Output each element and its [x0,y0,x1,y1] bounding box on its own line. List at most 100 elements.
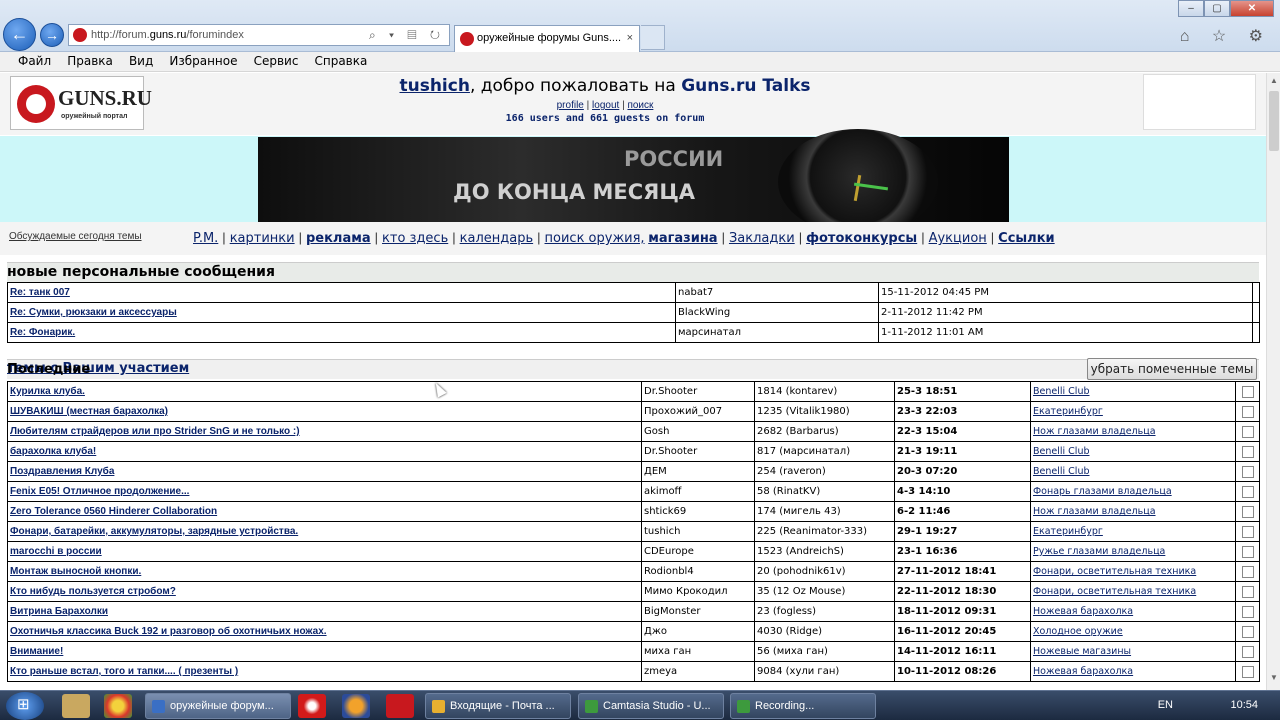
topic-title-link[interactable]: Кто нибудь пользуется стробом? [10,586,176,597]
today-topics-link[interactable]: Обсуждаемые сегодня темы [9,231,142,242]
topic-forum-link[interactable]: Нож глазами владельца [1033,426,1156,437]
pm-title-link[interactable]: Re: Сумки, рюкзаки и аксессуары [10,307,177,318]
topic-checkbox[interactable] [1241,625,1254,638]
topic-forum-link[interactable]: Benelli Club [1033,446,1090,457]
taskbar-task-ie[interactable]: оружейные форум... [145,693,291,719]
topic-forum-link[interactable]: Фонарь глазами владельца [1033,486,1172,497]
page-scrollbar[interactable]: ▲ ▼ [1266,73,1280,690]
address-url[interactable]: http://forum.guns.ru/forumindex [91,25,244,45]
home-favorites-tools-icon[interactable]: ⌂ ☆ ⚙ [1180,26,1272,46]
scroll-thumb[interactable] [1269,91,1279,151]
taskbar-task-recording[interactable]: Recording... [730,693,876,719]
close-window-button[interactable]: ✕ [1230,0,1274,17]
topic-title-link[interactable]: Внимание! [10,646,63,657]
topic-title-link[interactable]: ШУВАКИШ (местная барахолка) [10,406,168,417]
new-tab-button[interactable] [641,25,665,50]
search-link[interactable]: поиск [627,100,653,111]
chrome-icon[interactable] [104,694,132,718]
site-logo[interactable]: GUNS.RU оружейный портал [10,76,152,130]
ad-banner[interactable]: РОССИИ ДО КОНЦА МЕСЯЦА [258,129,1009,235]
taskbar-clock[interactable]: 10:54 [1230,699,1258,711]
topic-title-link[interactable]: Фонари, батарейки, аккумуляторы, зарядны… [10,526,298,537]
tab-close-icon[interactable]: × [627,26,633,51]
menu-favorites[interactable]: Избранное [169,52,237,71]
topic-forum-link[interactable]: Фонари, осветительная техника [1033,566,1196,577]
taskbar-task-mail[interactable]: Входящие - Почта ... [425,693,571,719]
topic-forum-link[interactable]: Холодное оружие [1033,626,1123,637]
explorer-icon[interactable] [62,694,90,718]
topic-checkbox[interactable] [1241,485,1254,498]
topic-title-link[interactable]: Fenix E05! Отличное продолжение... [10,486,189,497]
topic-checkbox[interactable] [1241,565,1254,578]
topic-checkbox[interactable] [1241,585,1254,598]
menu-view[interactable]: Вид [129,52,153,71]
forward-button[interactable]: → [40,23,64,47]
app-icon[interactable] [386,694,414,718]
remove-marked-button[interactable]: убрать помеченные темы [1087,358,1257,380]
topic-checkbox[interactable] [1241,465,1254,478]
topic-checkbox[interactable] [1241,665,1254,678]
topic-title-link[interactable]: Витрина Барахолки [10,606,108,617]
topic-checkbox[interactable] [1241,405,1254,418]
topic-checkbox[interactable] [1241,545,1254,558]
menu-tools[interactable]: Сервис [254,52,299,71]
minimize-button[interactable]: – [1178,0,1204,17]
start-button[interactable]: ⊞ [6,692,44,720]
logout-link[interactable]: logout [592,100,619,111]
topic-forum-link[interactable]: Benelli Club [1033,386,1090,397]
nav-link[interactable]: реклама [306,231,371,246]
address-bar[interactable]: http://forum.guns.ru/forumindex ⌕ ▾ ▤ ↻ [68,24,450,46]
nav-link[interactable]: P.M. [193,231,218,246]
scroll-up-icon[interactable]: ▲ [1270,76,1278,85]
topic-title-link[interactable]: Поздравления Клуба [10,466,114,477]
nav-link[interactable]: картинки [230,231,295,246]
topic-checkbox[interactable] [1241,505,1254,518]
topic-forum-link[interactable]: Фонари, осветительная техника [1033,586,1196,597]
browser-tab[interactable]: оружейные форумы Guns.... × [454,25,640,52]
nav-link[interactable]: Аукцион [929,231,987,246]
back-button[interactable]: ← [3,18,36,51]
nav-link[interactable]: фотоконкурсы [806,231,917,246]
language-indicator[interactable]: EN [1158,699,1173,711]
maximize-button[interactable]: ▢ [1204,0,1230,17]
nav-link[interactable]: поиск оружия, [545,231,645,246]
topic-checkbox[interactable] [1241,605,1254,618]
topic-checkbox[interactable] [1241,645,1254,658]
topic-forum-link[interactable]: Ножевая барахолка [1033,606,1133,617]
pm-title-link[interactable]: Re: Фонарик. [10,327,75,338]
menu-help[interactable]: Справка [314,52,367,71]
nav-link[interactable]: Ссылки [998,231,1054,246]
topic-checkbox[interactable] [1241,525,1254,538]
topic-title-link[interactable]: Любителям страйдеров или про Strider SnG… [10,426,300,437]
scroll-down-icon[interactable]: ▼ [1270,673,1278,682]
topic-title-link[interactable]: Zero Tolerance 0560 Hinderer Collaborati… [10,506,217,517]
topic-forum-link[interactable]: Нож глазами владельца [1033,506,1156,517]
pm-title-link[interactable]: Re: танк 007 [10,287,70,298]
topic-forum-link[interactable]: Екатеринбург [1033,406,1103,417]
nav-link[interactable]: календарь [460,231,534,246]
username-link[interactable]: tushich [399,76,469,96]
firefox-icon[interactable] [342,694,370,718]
topic-title-link[interactable]: барахолка клуба! [10,446,96,457]
topic-forum-link[interactable]: Ножевая барахолка [1033,666,1133,677]
address-controls-icon[interactable]: ⌕ ▾ ▤ ↻ [369,25,445,45]
topic-title-link[interactable]: marocchi в россии [10,546,102,557]
menu-edit[interactable]: Правка [67,52,113,71]
topic-title-link[interactable]: Кто раньше встал, того и тапки.... ( пре… [10,666,238,677]
profile-link[interactable]: profile [557,100,584,111]
nav-link[interactable]: Закладки [729,231,795,246]
topic-forum-link[interactable]: Benelli Club [1033,466,1090,477]
nav-link[interactable]: магазина [648,231,717,246]
menu-file[interactable]: Файл [18,52,51,71]
topic-title-link[interactable]: Монтаж выносной кнопки. [10,566,141,577]
taskbar-task-camtasia[interactable]: Camtasia Studio - U... [578,693,724,719]
topic-forum-link[interactable]: Ружье глазами владельца [1033,546,1165,557]
topic-checkbox[interactable] [1241,425,1254,438]
topic-forum-link[interactable]: Екатеринбург [1033,526,1103,537]
nav-link[interactable]: кто здесь [382,231,448,246]
topic-title-link[interactable]: Охотничья классика Buck 192 и разговор о… [10,626,327,637]
topic-title-link[interactable]: Курилка клуба. [10,386,85,397]
topic-checkbox[interactable] [1241,445,1254,458]
opera-icon[interactable] [298,694,326,718]
topic-checkbox[interactable] [1241,385,1254,398]
